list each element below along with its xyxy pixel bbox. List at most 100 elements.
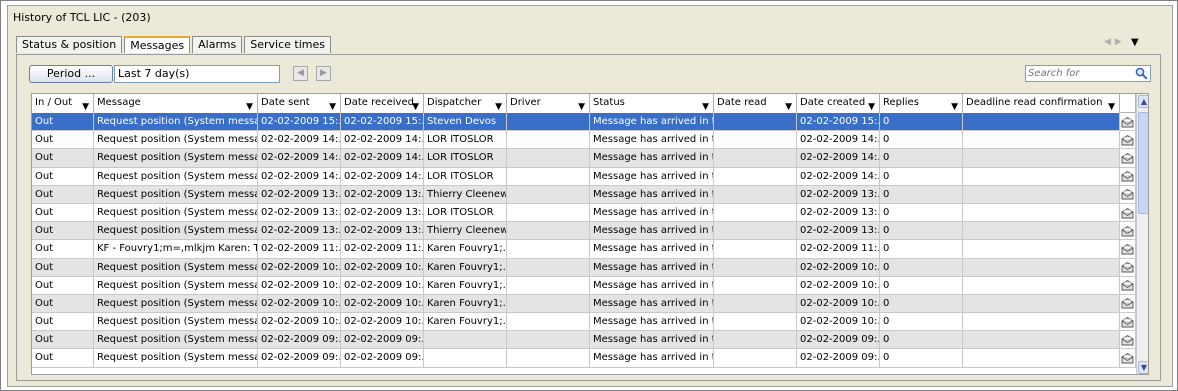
column-header-date-received[interactable]: Date received ▼ bbox=[341, 94, 424, 113]
search-icon[interactable] bbox=[1135, 67, 1148, 80]
cell-in-out: Out bbox=[32, 258, 94, 276]
column-filter-dropdown-icon[interactable]: ▼ bbox=[702, 98, 709, 113]
envelope-icon[interactable] bbox=[1120, 131, 1136, 150]
cell-status: Message has arrived in the... bbox=[590, 313, 714, 331]
cell-status: Message has arrived in the... bbox=[590, 131, 714, 149]
column-filter-dropdown-icon[interactable]: ▼ bbox=[868, 98, 875, 113]
envelope-icon[interactable] bbox=[1120, 113, 1136, 132]
cell-driver bbox=[507, 113, 590, 131]
column-header-date-sent[interactable]: Date sent ▼ bbox=[258, 94, 341, 113]
column-header-date-read[interactable]: Date read ▼ bbox=[714, 94, 797, 113]
cell-date-received: 02-02-2009 11:... bbox=[341, 240, 424, 258]
tab-alarms[interactable]: Alarms bbox=[192, 36, 243, 53]
column-filter-dropdown-icon[interactable]: ▼ bbox=[329, 98, 336, 113]
tab-status-position[interactable]: Status & position bbox=[16, 36, 123, 53]
column-filter-dropdown-icon[interactable]: ▼ bbox=[495, 98, 502, 113]
envelope-icon[interactable] bbox=[1120, 276, 1136, 295]
window-title: History of TCL LIC - (203) bbox=[13, 11, 151, 24]
cell-driver bbox=[507, 276, 590, 294]
cell-driver bbox=[507, 313, 590, 331]
table-row[interactable]: OutRequest position (System message)02-0… bbox=[32, 167, 1120, 186]
column-header-deadline-read-confirmation[interactable]: Deadline read confirmation ▼ bbox=[963, 94, 1120, 113]
tab-scroll-arrows[interactable]: ◀▶ bbox=[1104, 37, 1126, 47]
cell-deadline-read-confirmation bbox=[963, 276, 1120, 294]
cell-date-received: 02-02-2009 10:... bbox=[341, 313, 424, 331]
cell-status: Message has arrived in the... bbox=[590, 294, 714, 313]
table-row[interactable]: OutRequest position (System message)02-0… bbox=[32, 131, 1120, 150]
tab-service-times[interactable]: Service times bbox=[244, 36, 331, 53]
cell-in-out: Out bbox=[32, 222, 94, 240]
table-row[interactable]: OutRequest position (System message)02-0… bbox=[32, 203, 1120, 223]
scrollbar-thumb[interactable] bbox=[1138, 112, 1148, 214]
cell-replies: 0 bbox=[880, 258, 963, 276]
envelope-icon[interactable] bbox=[1120, 331, 1136, 350]
column-header-driver[interactable]: Driver ▼ bbox=[507, 94, 590, 113]
cell-date-sent: 02-02-2009 10:... bbox=[258, 276, 341, 294]
envelope-icon[interactable] bbox=[1120, 167, 1136, 186]
envelope-icon[interactable] bbox=[1120, 258, 1136, 277]
next-period-button[interactable]: ▶ bbox=[316, 66, 331, 81]
envelope-icon[interactable] bbox=[1120, 313, 1136, 332]
column-filter-dropdown-icon[interactable]: ▼ bbox=[412, 98, 419, 113]
column-header-dispatcher[interactable]: Dispatcher ▼ bbox=[424, 94, 507, 113]
envelope-icon[interactable] bbox=[1120, 349, 1136, 368]
column-header-label: Deadline read confirmation bbox=[966, 97, 1103, 108]
cell-dispatcher: Karen Fouvry1;... bbox=[424, 313, 507, 331]
envelope-icon[interactable] bbox=[1120, 240, 1136, 259]
column-header-status[interactable]: Status ▼ bbox=[590, 94, 714, 113]
cell-status: Message has arrived in the... bbox=[590, 203, 714, 222]
envelope-icon[interactable] bbox=[1120, 185, 1136, 204]
cell-in-out: Out bbox=[32, 203, 94, 222]
search-box[interactable] bbox=[1025, 65, 1151, 82]
column-header-replies[interactable]: Replies ▼ bbox=[880, 94, 963, 113]
search-input[interactable] bbox=[1028, 67, 1128, 80]
history-window: History of TCL LIC - (203) Status & posi… bbox=[0, 0, 1178, 391]
table-row[interactable]: OutRequest position (System message)02-0… bbox=[32, 276, 1120, 295]
table-row[interactable]: OutKF - Fouvry1;m=,mlkjm Karen: Test ...… bbox=[32, 240, 1120, 259]
column-filter-dropdown-icon[interactable]: ▼ bbox=[1108, 98, 1115, 113]
column-header-label: Status bbox=[593, 97, 625, 108]
table-row[interactable]: OutRequest position (System message)02-0… bbox=[32, 294, 1120, 314]
column-filter-dropdown-icon[interactable]: ▼ bbox=[785, 98, 792, 113]
table-row[interactable]: OutRequest position (System message)02-0… bbox=[32, 258, 1120, 277]
period-button[interactable]: Period ... bbox=[29, 65, 113, 83]
table-row[interactable]: OutRequest position (System message)02-0… bbox=[32, 185, 1120, 204]
scroll-down-icon[interactable]: ▼ bbox=[1138, 361, 1148, 374]
tab-list-dropdown-icon[interactable]: ▼ bbox=[1131, 37, 1139, 48]
cell-status: Message has arrived in the... bbox=[590, 149, 714, 167]
cell-driver bbox=[507, 203, 590, 222]
scroll-up-icon[interactable]: ▲ bbox=[1138, 95, 1148, 108]
cell-in-out: Out bbox=[32, 131, 94, 149]
cell-deadline-read-confirmation bbox=[963, 113, 1120, 131]
column-filter-dropdown-icon[interactable]: ▼ bbox=[246, 98, 253, 113]
table-row[interactable]: OutRequest position (System message)02-0… bbox=[32, 113, 1120, 132]
envelope-icon[interactable] bbox=[1120, 222, 1136, 241]
cell-deadline-read-confirmation bbox=[963, 349, 1120, 367]
previous-period-button[interactable]: ◀ bbox=[293, 66, 308, 81]
cell-replies: 0 bbox=[880, 203, 963, 222]
envelope-icon[interactable] bbox=[1120, 149, 1136, 168]
table-row[interactable]: OutRequest position (System message)02-0… bbox=[32, 349, 1120, 368]
table-row[interactable]: OutRequest position (System message)02-0… bbox=[32, 149, 1120, 168]
envelope-icon[interactable] bbox=[1120, 203, 1136, 223]
cell-replies: 0 bbox=[880, 349, 963, 367]
vertical-scrollbar[interactable]: ▲ ▼ bbox=[1136, 94, 1148, 374]
cell-date-read bbox=[714, 349, 797, 367]
tab-bar: Status & position Messages Alarms Servic… bbox=[16, 36, 333, 54]
table-row[interactable]: OutRequest position (System message)02-0… bbox=[32, 331, 1120, 350]
table-row[interactable]: OutRequest position (System message)02-0… bbox=[32, 313, 1120, 332]
period-value-field[interactable]: Last 7 day(s) bbox=[114, 65, 280, 83]
table-row[interactable]: OutRequest position (System message)02-0… bbox=[32, 222, 1120, 241]
cell-deadline-read-confirmation bbox=[963, 149, 1120, 167]
column-header-in-out[interactable]: In / Out ▼ bbox=[32, 94, 94, 113]
column-filter-dropdown-icon[interactable]: ▼ bbox=[82, 98, 89, 113]
tab-messages[interactable]: Messages bbox=[124, 36, 191, 53]
cell-date-sent: 02-02-2009 09:... bbox=[258, 331, 341, 349]
column-filter-dropdown-icon[interactable]: ▼ bbox=[951, 98, 958, 113]
envelope-icon[interactable] bbox=[1120, 294, 1136, 314]
column-header-date-created[interactable]: Date created ▼ bbox=[797, 94, 880, 113]
column-filter-dropdown-icon[interactable]: ▼ bbox=[578, 98, 585, 113]
cell-driver bbox=[507, 167, 590, 185]
column-header-message[interactable]: Message ▼ bbox=[94, 94, 258, 113]
cell-date-created: 02-02-2009 13:... bbox=[797, 203, 880, 222]
